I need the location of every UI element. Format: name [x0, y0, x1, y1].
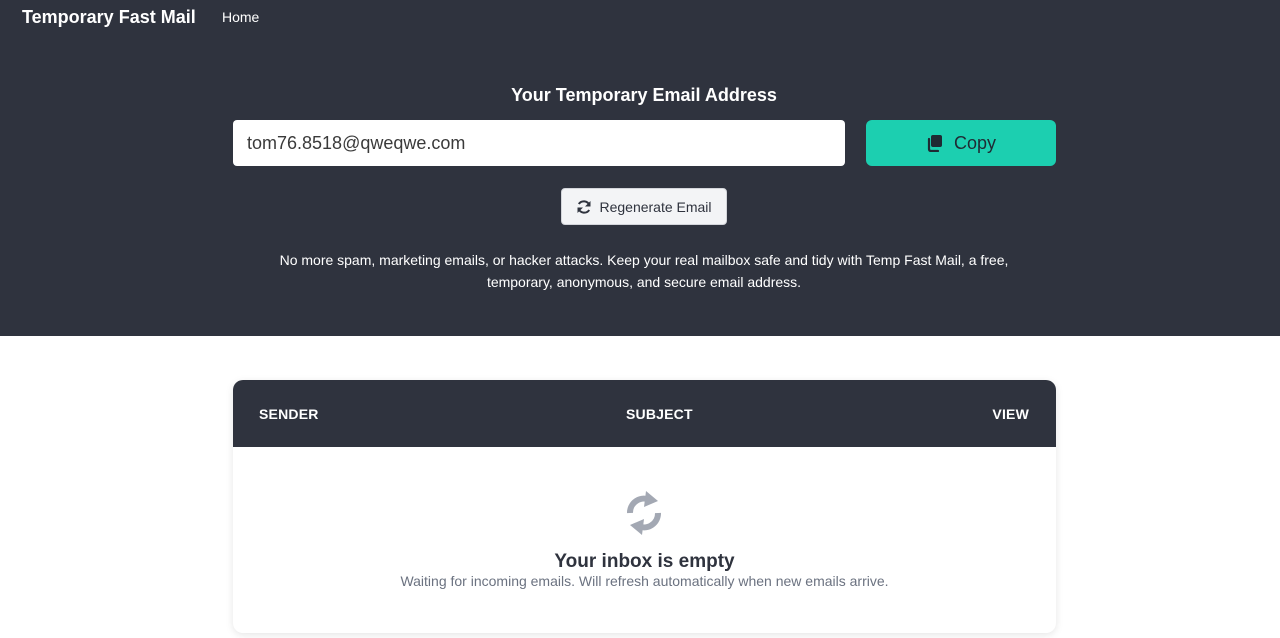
empty-inbox-subtitle: Waiting for incoming emails. Will refres… — [400, 573, 889, 589]
column-header-sender: SENDER — [259, 406, 319, 422]
email-section-title: Your Temporary Email Address — [511, 85, 777, 105]
refresh-icon — [576, 199, 592, 215]
column-header-view: VIEW — [992, 406, 1029, 422]
copy-button-label: Copy — [953, 132, 997, 153]
copy-button[interactable]: Copy — [866, 120, 1056, 166]
copy-icon — [926, 134, 944, 153]
inbox-table-header: SENDER SUBJECT VIEW — [233, 380, 1056, 447]
regenerate-button-label: Regenerate Email — [599, 198, 712, 215]
refresh-icon — [620, 487, 668, 539]
empty-inbox-title: Your inbox is empty — [554, 551, 735, 572]
nav-home-link[interactable]: Home — [222, 9, 259, 25]
inbox-table: SENDER SUBJECT VIEW Your inbox is empty … — [233, 380, 1056, 633]
column-header-subject: SUBJECT — [626, 406, 693, 422]
brand-logo-link[interactable]: Temporary Fast Mail — [22, 7, 196, 28]
regenerate-email-button[interactable]: Regenerate Email — [561, 188, 727, 225]
hero-section: Temporary Fast Mail Home Your Temporary … — [0, 0, 1280, 336]
hero-description: No more spam, marketing emails, or hacke… — [279, 252, 1009, 290]
temp-email-field[interactable] — [233, 120, 845, 166]
